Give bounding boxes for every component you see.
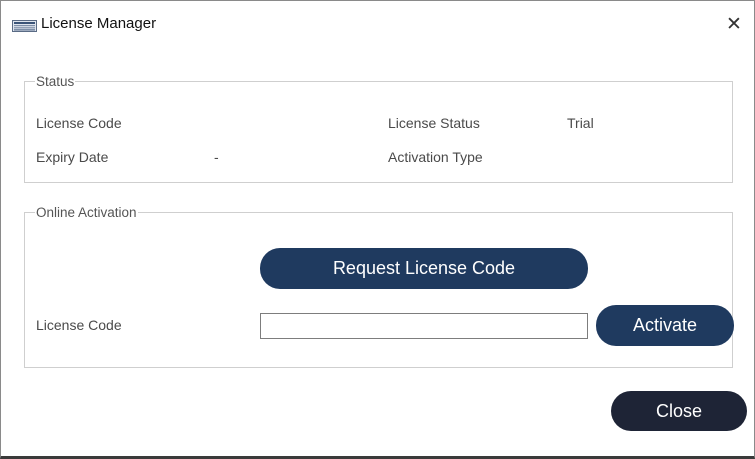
license-code-input[interactable]: [260, 313, 588, 339]
activate-button[interactable]: Activate: [596, 305, 734, 346]
expiry-date-value: -: [214, 149, 219, 165]
request-license-code-button[interactable]: Request License Code: [260, 248, 588, 289]
online-activation-legend: Online Activation: [36, 205, 137, 220]
license-manager-window: License Manager ✕ Status License Code Li…: [0, 0, 755, 459]
license-code-label: License Code: [36, 115, 122, 131]
license-manager-app-icon: [12, 20, 37, 32]
online-license-code-label: License Code: [36, 317, 122, 333]
close-icon[interactable]: ✕: [720, 11, 748, 39]
window-title: License Manager: [41, 15, 157, 32]
title-bar: License Manager ✕: [1, 1, 754, 49]
close-button[interactable]: Close: [611, 391, 747, 431]
expiry-date-label: Expiry Date: [36, 149, 109, 165]
license-status-label: License Status: [388, 115, 480, 131]
status-group: Status: [24, 74, 733, 183]
activation-type-label: Activation Type: [388, 149, 483, 165]
status-legend: Status: [36, 74, 75, 89]
license-status-value: Trial: [567, 115, 594, 131]
